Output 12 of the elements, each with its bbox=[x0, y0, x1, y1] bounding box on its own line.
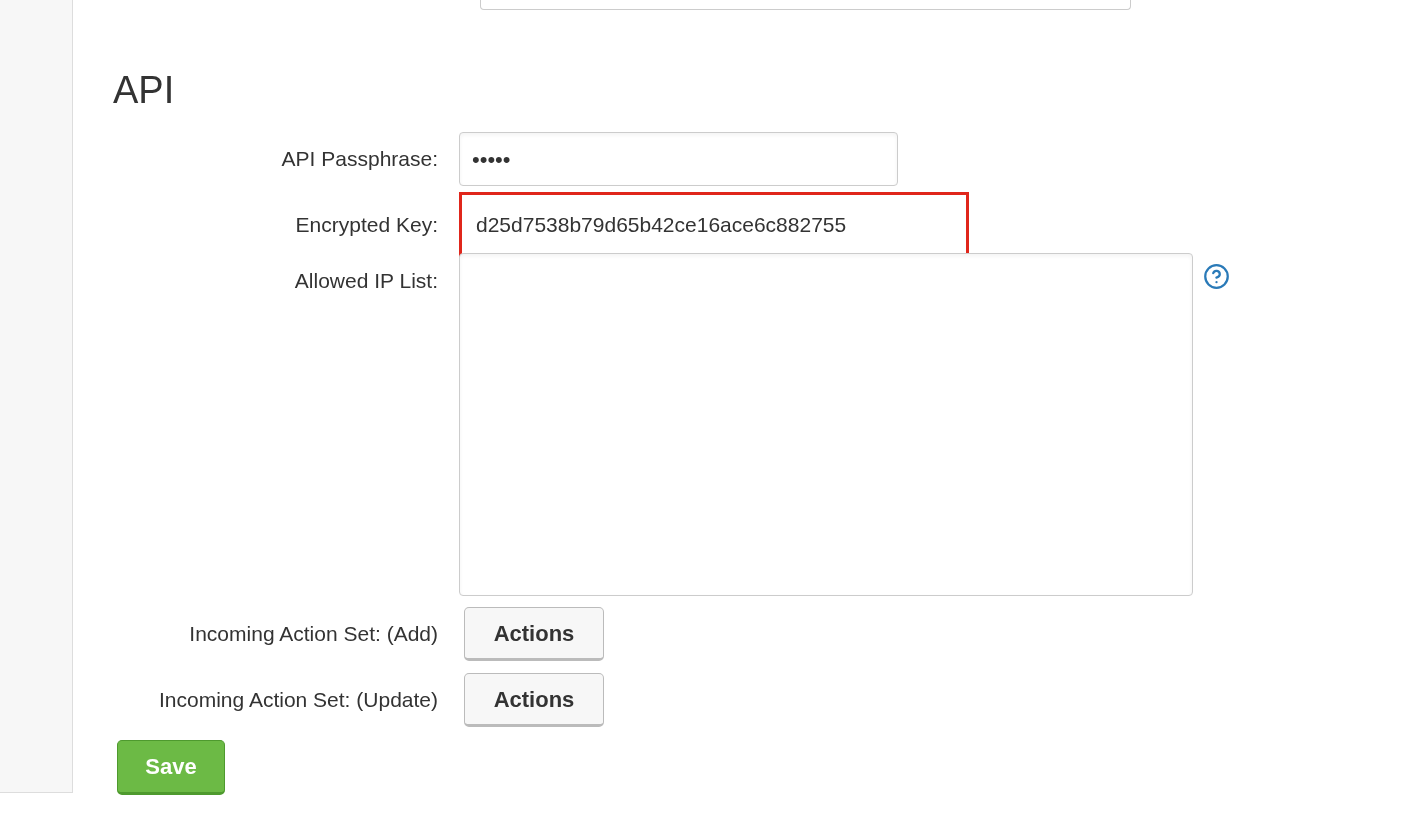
field-label: Allowed IP List: bbox=[294, 269, 438, 292]
ip-list-textarea[interactable] bbox=[459, 253, 1193, 596]
actions-button[interactable]: Actions bbox=[464, 607, 604, 661]
section-heading: API bbox=[113, 70, 175, 110]
input-field[interactable] bbox=[480, 0, 1131, 10]
actions-button[interactable]: Actions bbox=[464, 673, 604, 727]
field-label: Incoming Action Set: (Add) bbox=[189, 622, 438, 646]
field-label: Incoming Action Set: (Update) bbox=[159, 688, 438, 712]
field-label: Encrypted Key: bbox=[295, 213, 438, 237]
help-icon[interactable] bbox=[1203, 263, 1230, 290]
field-label: API Passphrase: bbox=[281, 147, 438, 171]
password-field[interactable]: ••••• bbox=[459, 132, 898, 186]
